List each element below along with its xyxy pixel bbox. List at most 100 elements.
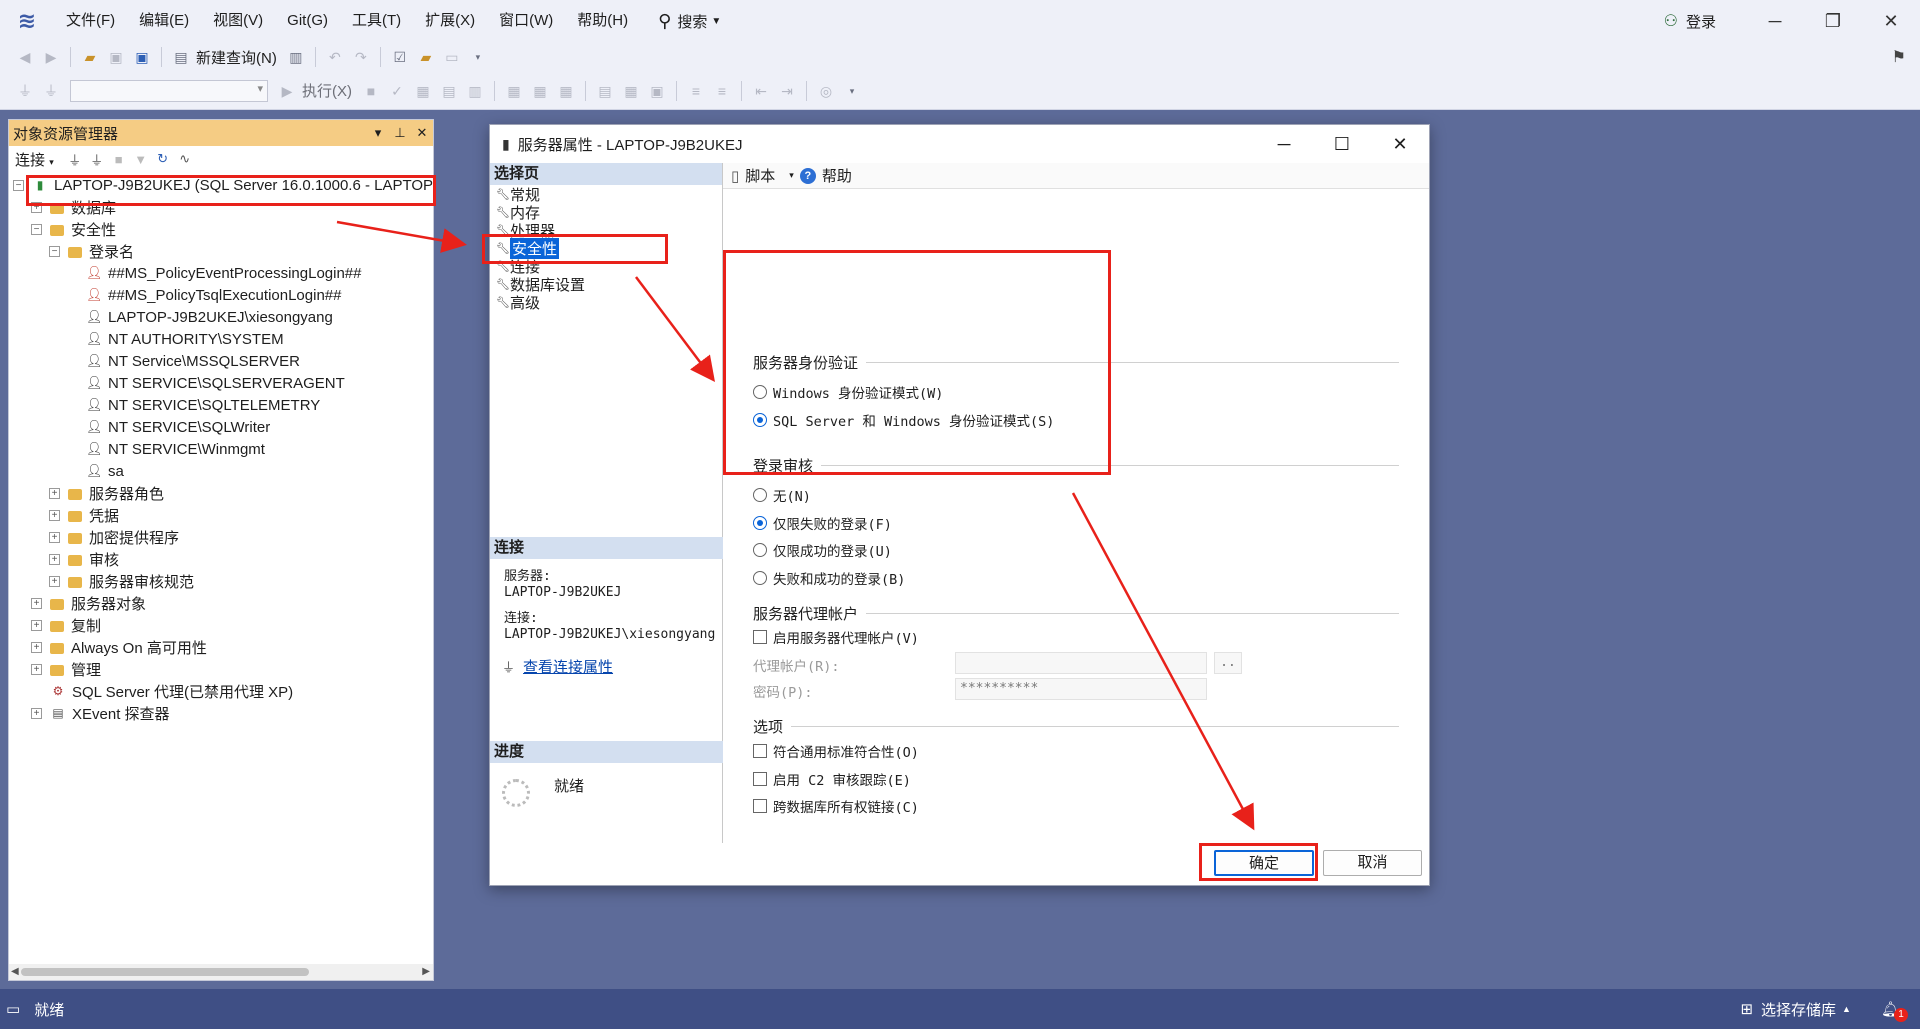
query-db-icon[interactable]: ▥ bbox=[285, 46, 307, 68]
redo-icon[interactable]: ↷ bbox=[350, 46, 372, 68]
toolbar-overflow-icon[interactable]: ▾ bbox=[841, 80, 863, 102]
toolbar-overflow-icon[interactable]: ▾ bbox=[467, 46, 489, 68]
display-plan-icon[interactable]: ▦ bbox=[412, 80, 434, 102]
auth-mixed-radio[interactable]: SQL Server 和 Windows 身份验证模式(S) bbox=[753, 410, 1054, 430]
save-icon[interactable]: ▣ bbox=[105, 46, 127, 68]
scroll-right-icon[interactable]: ▶ bbox=[422, 964, 430, 980]
forward-icon[interactable]: ▶ bbox=[40, 46, 62, 68]
audit-success-radio[interactable]: 仅限成功的登录(U) bbox=[753, 540, 892, 560]
back-icon[interactable]: ◀ bbox=[14, 46, 36, 68]
stop-icon[interactable]: ■ bbox=[108, 152, 130, 167]
menu-help[interactable]: 帮助(H) bbox=[565, 0, 640, 42]
radio-button[interactable] bbox=[753, 543, 767, 557]
database-combo[interactable] bbox=[70, 79, 268, 102]
live-stats-icon[interactable]: ▦ bbox=[529, 80, 551, 102]
disconnect-icon[interactable]: ⏚ bbox=[86, 150, 108, 169]
expand-icon[interactable]: + bbox=[49, 509, 60, 521]
search-menu[interactable]: ⚲ 搜索 ▼ bbox=[658, 11, 721, 32]
proxy-browse-button[interactable]: .. bbox=[1214, 652, 1242, 674]
help-button[interactable]: 帮助 bbox=[822, 165, 852, 186]
stop-icon[interactable]: ■ bbox=[360, 80, 382, 102]
notifications-button[interactable]: 🔔︎ 1 bbox=[1881, 1000, 1908, 1022]
close-button[interactable]: ✕ bbox=[1862, 0, 1920, 42]
menu-edit[interactable]: 编辑(E) bbox=[127, 0, 201, 42]
tree-node[interactable]: 👤︎ NT SERVICE\SQLTELEMETRY bbox=[67, 394, 320, 416]
connect-dropdown[interactable]: 连接 ▾ bbox=[15, 149, 54, 170]
tree-node[interactable]: + 加密提供程序 bbox=[49, 526, 179, 548]
results-file-icon[interactable]: ▣ bbox=[646, 80, 668, 102]
scrollbar-thumb[interactable] bbox=[21, 968, 309, 976]
c2-audit-checkbox[interactable]: 启用 C2 审核跟踪(E) bbox=[753, 769, 911, 789]
select-repo-button[interactable]: 选择存储库 bbox=[1761, 999, 1836, 1020]
restore-button[interactable]: ❐ bbox=[1804, 0, 1862, 42]
tree-node[interactable]: 👤︎ NT AUTHORITY\SYSTEM bbox=[67, 328, 284, 350]
radio-button-selected[interactable] bbox=[753, 516, 767, 530]
expand-icon[interactable]: + bbox=[49, 553, 60, 565]
tree-node[interactable]: ⚙ SQL Server 代理(已禁用代理 XP) bbox=[31, 680, 294, 702]
tree-node[interactable]: + 数据库 bbox=[31, 196, 116, 218]
tree-node[interactable]: − 登录名 bbox=[49, 240, 134, 262]
page-item[interactable]: 🔧︎ 常规 bbox=[490, 185, 722, 204]
panel-menu-icon[interactable]: ▾ bbox=[367, 125, 389, 141]
menu-file[interactable]: 文件(F) bbox=[54, 0, 127, 42]
tree-node[interactable]: + 审核 bbox=[49, 548, 119, 570]
execute-icon[interactable]: ▶ bbox=[276, 80, 298, 102]
page-item[interactable]: 🔧︎ 高级 bbox=[490, 293, 722, 312]
comment-icon[interactable]: ≡ bbox=[685, 80, 707, 102]
radio-button-selected[interactable] bbox=[753, 413, 767, 427]
checkbox[interactable] bbox=[753, 772, 767, 786]
tree-node[interactable]: + 管理 bbox=[31, 658, 101, 680]
radio-button[interactable] bbox=[753, 571, 767, 585]
panel-close-icon[interactable]: ✕ bbox=[411, 125, 433, 141]
new-query-button[interactable]: 新建查询(N) bbox=[196, 47, 277, 68]
proxy-enable-checkbox[interactable]: 启用服务器代理帐户(V) bbox=[753, 627, 919, 647]
tree-node[interactable]: + 服务器对象 bbox=[31, 592, 146, 614]
tree-node[interactable]: − ▮ LAPTOP-J9B2UKEJ (SQL Server 16.0.1000.… bbox=[13, 174, 433, 196]
login-button[interactable]: ⚇ 登录 bbox=[1664, 11, 1716, 32]
audit-none-radio[interactable]: 无(N) bbox=[753, 485, 811, 505]
tree-node[interactable]: 👤︎ ##MS_PolicyTsqlExecutionLogin## bbox=[67, 284, 341, 306]
layout-icon[interactable]: ▭ bbox=[441, 46, 463, 68]
undo-icon[interactable]: ↶ bbox=[324, 46, 346, 68]
disconnect-icon[interactable]: ⏚ bbox=[40, 80, 62, 102]
expand-icon[interactable]: + bbox=[49, 487, 60, 499]
radio-button[interactable] bbox=[753, 385, 767, 399]
proxy-account-input[interactable] bbox=[955, 652, 1207, 674]
script-button[interactable]: 脚本 bbox=[745, 165, 775, 186]
menu-view[interactable]: 视图(V) bbox=[201, 0, 275, 42]
password-input[interactable]: ********** bbox=[955, 678, 1207, 700]
tree-node[interactable]: + 复制 bbox=[31, 614, 101, 636]
filter-icon[interactable]: ▼ bbox=[130, 152, 152, 167]
expand-icon[interactable]: + bbox=[31, 201, 42, 213]
tree-node[interactable]: + 凭据 bbox=[49, 504, 119, 526]
parse-icon[interactable]: ✓ bbox=[386, 80, 408, 102]
cross-db-checkbox[interactable]: 跨数据库所有权链接(C) bbox=[753, 796, 919, 816]
tree-node[interactable]: 👤︎ sa bbox=[67, 460, 124, 482]
menu-window[interactable]: 窗口(W) bbox=[487, 0, 565, 42]
include-plan-icon[interactable]: ▦ bbox=[503, 80, 525, 102]
horizontal-scrollbar[interactable]: ◀ ▶ bbox=[9, 964, 433, 980]
chevron-down-icon[interactable]: ▾ bbox=[789, 170, 794, 181]
execute-button[interactable]: 执行(X) bbox=[302, 80, 352, 101]
tree-node[interactable]: 👤︎ NT SERVICE\SQLWriter bbox=[67, 416, 270, 438]
collapse-icon[interactable]: − bbox=[13, 179, 24, 191]
page-item[interactable]: 🔧︎ 处理器 bbox=[490, 221, 722, 240]
dialog-maximize-button[interactable]: ☐ bbox=[1313, 134, 1371, 155]
tree-node[interactable]: + Always On 高可用性 bbox=[31, 636, 207, 658]
expand-icon[interactable]: + bbox=[49, 531, 60, 543]
pin-icon[interactable]: ⊥ bbox=[389, 125, 411, 141]
new-query-icon[interactable]: ▤ bbox=[170, 46, 192, 68]
auth-windows-radio[interactable]: Windows 身份验证模式(W) bbox=[753, 382, 943, 402]
radio-button[interactable] bbox=[753, 488, 767, 502]
tree-node[interactable]: 👤︎ NT SERVICE\Winmgmt bbox=[67, 438, 265, 460]
menu-git[interactable]: Git(G) bbox=[275, 0, 340, 42]
outdent-icon[interactable]: ⇤ bbox=[750, 80, 772, 102]
client-stats-icon[interactable]: ▦ bbox=[555, 80, 577, 102]
refresh-icon[interactable]: ↻ bbox=[152, 151, 174, 167]
intellisense-icon[interactable]: ▥ bbox=[464, 80, 486, 102]
menu-tools[interactable]: 工具(T) bbox=[340, 0, 413, 42]
dialog-minimize-button[interactable]: ─ bbox=[1255, 134, 1313, 155]
feedback-icon[interactable]: ⚑ bbox=[1892, 47, 1906, 67]
tree-node[interactable]: + 服务器审核规范 bbox=[49, 570, 194, 592]
expand-icon[interactable]: + bbox=[49, 575, 60, 587]
